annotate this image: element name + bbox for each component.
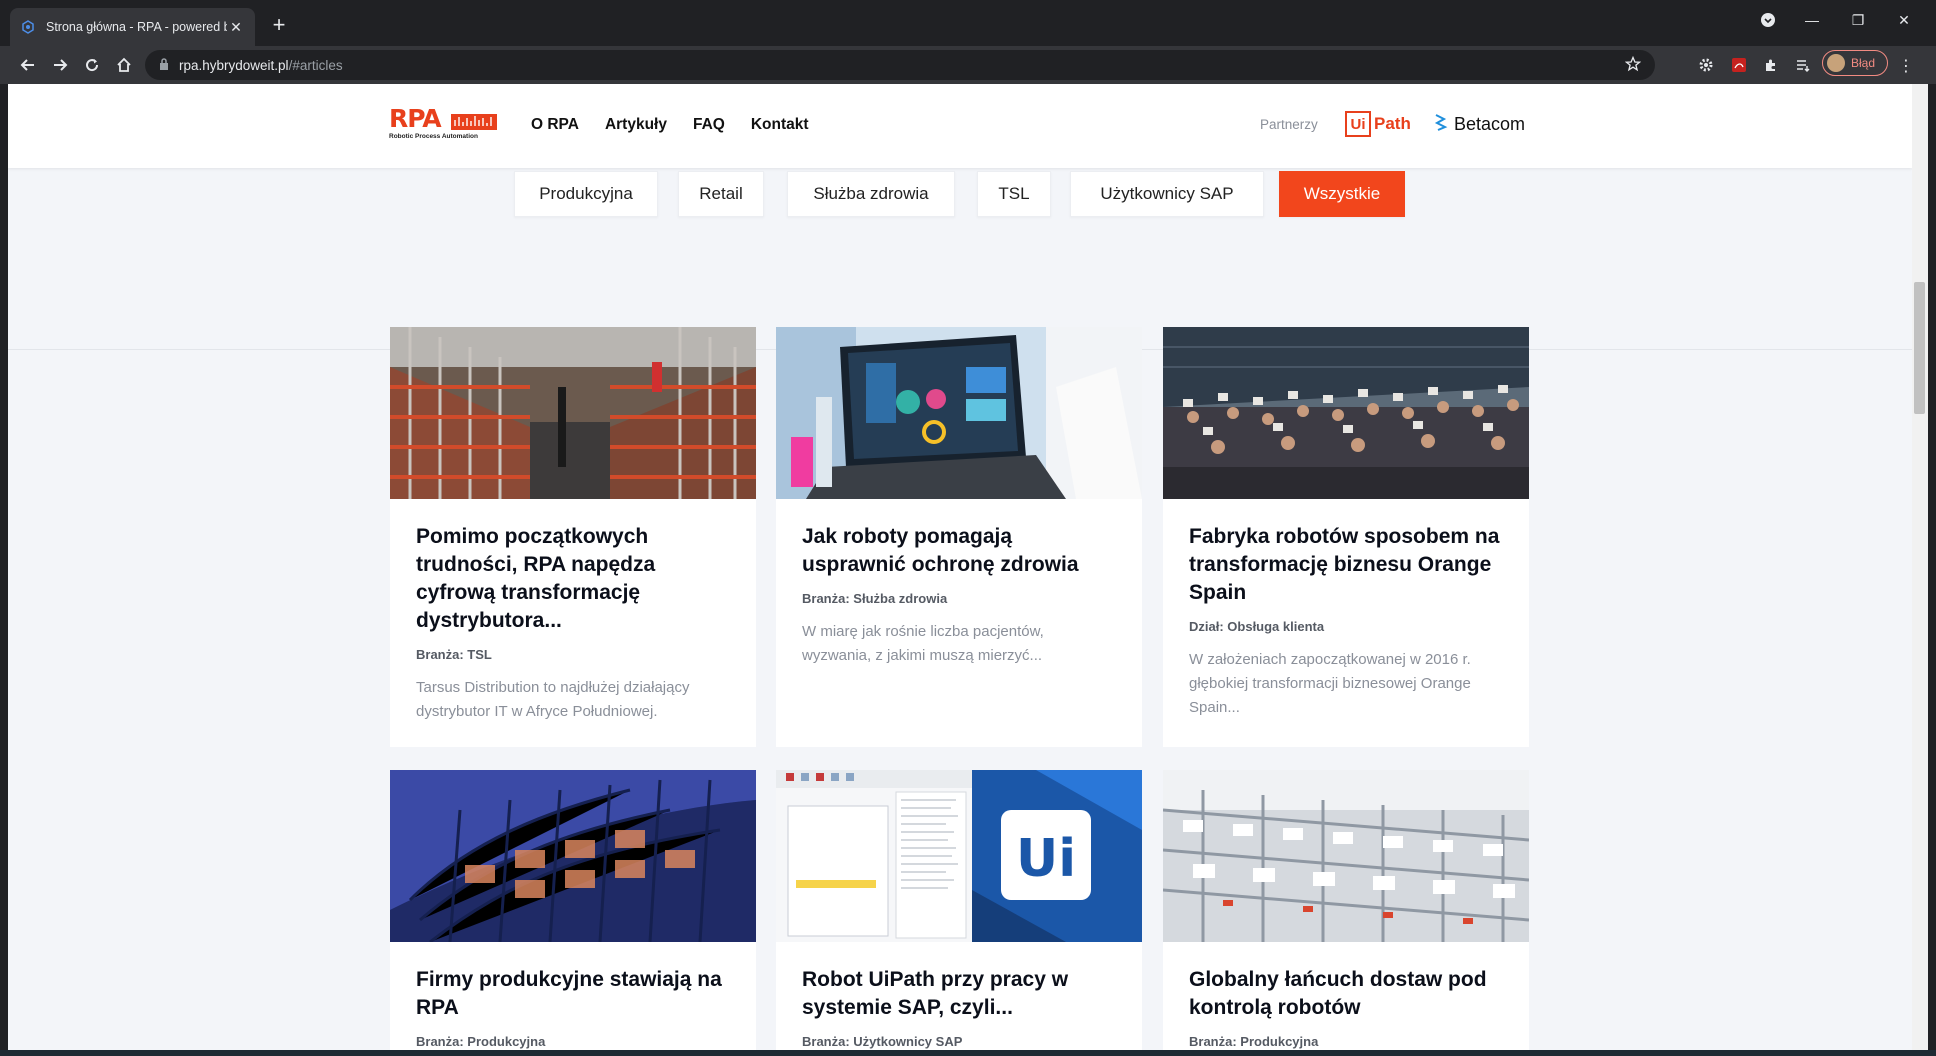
back-icon[interactable] — [14, 51, 42, 79]
uipath-ui-mark: Ui — [1345, 111, 1371, 137]
article-card[interactable]: Firmy produkcyjne stawiają na RPA Branża… — [390, 770, 756, 1050]
filter-tsl[interactable]: TSL — [977, 171, 1051, 217]
browser-toolbar: rpa.hybrydoweit.pl/#articles ⋮ — [0, 46, 1936, 84]
avatar — [1827, 54, 1845, 72]
url-path: /#articles — [288, 57, 343, 73]
filter-sluzba-zdrowia[interactable]: Służba zdrowia — [787, 171, 955, 217]
article-card[interactable]: Fabryka robotów sposobem na transformacj… — [1163, 327, 1529, 747]
nav-item-faq[interactable]: FAQ — [693, 116, 725, 134]
card-meta: Branża: Użytkownicy SAP — [802, 1034, 963, 1049]
card-meta: Branża: Produkcyjna — [1189, 1034, 1319, 1049]
extension-icon[interactable] — [1760, 54, 1782, 76]
url-host: rpa.hybrydoweit.pl — [179, 57, 289, 73]
warehouse-image — [390, 327, 756, 499]
filter-uzytkownicy-sap[interactable]: Użytkownicy SAP — [1070, 171, 1264, 217]
logo-graphic-icon — [451, 114, 497, 130]
browser-tab[interactable]: Strona główna - RPA - powered b ✕ — [10, 8, 255, 46]
tab-close-icon[interactable]: ✕ — [227, 18, 245, 36]
partners-label: Partnerzy — [1260, 117, 1318, 132]
lock-icon — [159, 57, 169, 73]
address-bar[interactable]: rpa.hybrydoweit.pl/#articles — [145, 50, 1655, 80]
card-meta: Branża: TSL — [416, 647, 492, 662]
page-scrollbar[interactable] — [1912, 84, 1928, 1050]
nav-item-kontakt[interactable]: Kontakt — [751, 116, 809, 134]
group-photo-image — [1163, 327, 1529, 499]
forward-icon[interactable] — [46, 51, 74, 79]
taskbar-edge — [0, 1050, 1936, 1056]
menu-icon[interactable]: ⋮ — [1898, 56, 1914, 76]
betacom-icon — [1433, 113, 1449, 136]
new-tab-icon[interactable]: + — [266, 12, 292, 38]
betacom-logo[interactable]: Betacom — [1433, 111, 1525, 137]
star-icon[interactable] — [1624, 55, 1642, 75]
laptop-lab-image — [776, 327, 1142, 499]
home-icon[interactable] — [110, 51, 138, 79]
card-title[interactable]: Fabryka robotów sposobem na transformacj… — [1189, 523, 1503, 607]
close-window-icon[interactable]: ✕ — [1884, 6, 1924, 34]
reading-list-icon[interactable] — [1792, 54, 1814, 76]
article-card[interactable]: Ui Robot UiPath przy pracy w systemie SA… — [776, 770, 1142, 1050]
filter-retail[interactable]: Retail — [678, 171, 764, 217]
site-logo[interactable]: RPA Robotic Process Automation — [389, 106, 499, 146]
card-title[interactable]: Pomimo początkowych trudności, RPA napęd… — [416, 523, 730, 635]
article-card[interactable]: Pomimo początkowych trudności, RPA napęd… — [390, 327, 756, 747]
card-title[interactable]: Globalny łańcuch dostaw pod kontrolą rob… — [1189, 966, 1503, 1022]
tab-favicon-icon — [20, 19, 36, 35]
svg-text:Ui: Ui — [1016, 829, 1076, 889]
card-meta: Branża: Służba zdrowia — [802, 591, 948, 606]
card-meta: Branża: Produkcyjna — [416, 1034, 546, 1049]
pdf-extension-icon[interactable] — [1728, 54, 1750, 76]
minimize-icon[interactable]: — — [1792, 6, 1832, 34]
scrollbar-thumb[interactable] — [1914, 282, 1925, 414]
profile-label: Błąd — [1851, 56, 1876, 70]
tab-search-icon[interactable] — [1748, 6, 1788, 34]
article-card[interactable]: Globalny łańcuch dostaw pod kontrolą rob… — [1163, 770, 1529, 1050]
uipath-path-text: Path — [1374, 114, 1411, 133]
filter-section — [8, 170, 1912, 350]
tab-strip: Strona główna - RPA - powered b ✕ + — ❐ … — [0, 0, 1936, 46]
uipath-screenshot-image: Ui — [776, 770, 1142, 942]
restore-icon[interactable]: ❐ — [1838, 6, 1878, 34]
card-title[interactable]: Robot UiPath przy pracy w systemie SAP, … — [802, 966, 1116, 1022]
site-header: RPA Robotic Process Automation O RPA Art… — [8, 84, 1912, 168]
browser-window: Strona główna - RPA - powered b ✕ + — ❐ … — [0, 0, 1936, 1056]
card-meta: Dział: Obsługa klienta — [1189, 619, 1325, 634]
filter-produkcyjna[interactable]: Produkcyjna — [514, 171, 658, 217]
main-nav: O RPA Artykuły FAQ Kontakt — [531, 116, 809, 134]
reload-icon[interactable] — [78, 51, 106, 79]
tab-title: Strona główna - RPA - powered b — [46, 20, 227, 34]
card-title[interactable]: Firmy produkcyjne stawiają na RPA — [416, 966, 730, 1022]
page-viewport: RPA Robotic Process Automation O RPA Art… — [8, 84, 1912, 1050]
nav-item-artykuly[interactable]: Artykuły — [605, 116, 667, 134]
logo-subtitle: Robotic Process Automation — [389, 133, 478, 140]
uipath-logo[interactable]: Ui Path — [1345, 109, 1411, 139]
filter-wszystkie[interactable]: Wszystkie — [1279, 171, 1405, 217]
article-card[interactable]: Jak roboty pomagają usprawnić ochronę zd… — [776, 327, 1142, 747]
glass-building-image — [390, 770, 756, 942]
card-title[interactable]: Jak roboty pomagają usprawnić ochronę zd… — [802, 523, 1116, 579]
gear-extension-icon[interactable] — [1695, 54, 1717, 76]
production-line-image — [1163, 770, 1529, 942]
card-excerpt: W miarę jak rośnie liczba pacjentów, wyz… — [802, 623, 1044, 664]
card-excerpt: W założeniach zapoczątkowanej w 2016 r. … — [1189, 651, 1471, 716]
nav-item-o-rpa[interactable]: O RPA — [531, 116, 579, 134]
betacom-text: Betacom — [1454, 113, 1526, 134]
card-excerpt: Tarsus Distribution to najdłużej działaj… — [416, 679, 690, 720]
profile-button[interactable]: Błąd — [1822, 50, 1888, 76]
